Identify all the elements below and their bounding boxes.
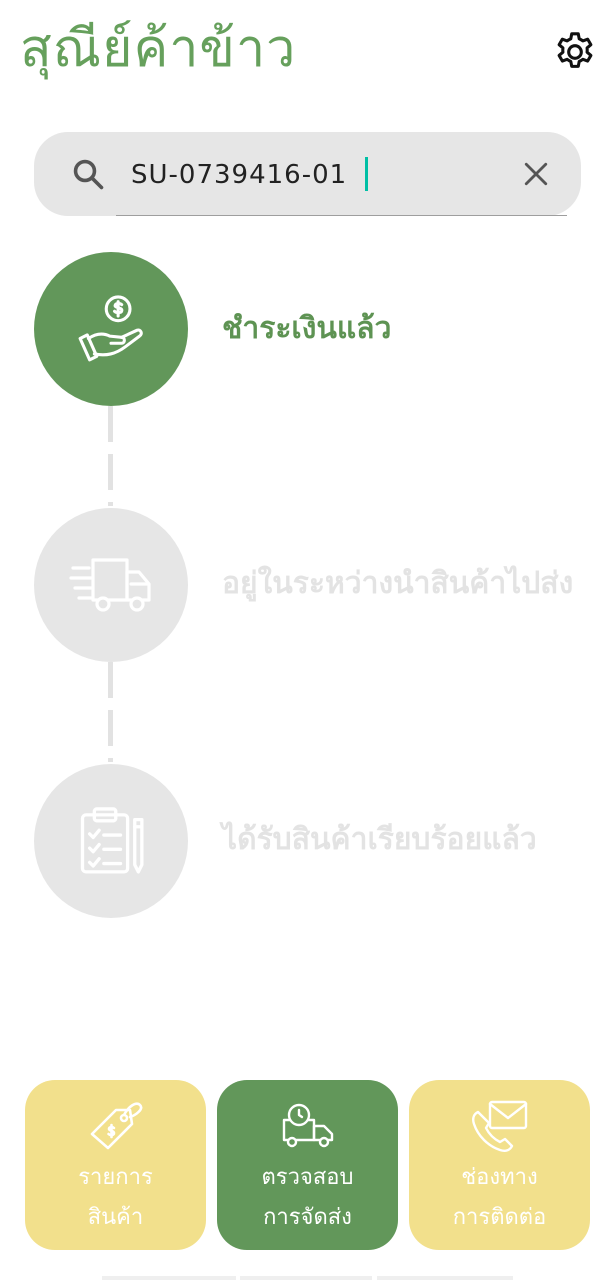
nav-track-shipping-button[interactable]: ตรวจสอบ การจัดส่ง — [217, 1080, 398, 1250]
nav-product-list-line1: รายการ — [78, 1165, 153, 1190]
hand-coin-icon — [78, 295, 143, 362]
nav-contact-line2: การติดต่อ — [452, 1205, 547, 1230]
settings-button[interactable] — [551, 28, 599, 76]
search-underline — [116, 215, 567, 216]
step-delivering-circle — [34, 508, 188, 662]
bottom-edge-segment — [102, 1276, 236, 1280]
app-title: สุณีย์ค้าข้าว — [20, 19, 297, 79]
step-received-label: ได้รับสินค้าเรียบร้อยแล้ว — [222, 822, 537, 857]
search-input[interactable] — [129, 150, 463, 200]
step-paid-label: ชำระเงินแล้ว — [222, 311, 392, 346]
truck-clock-icon — [282, 1103, 333, 1148]
text-cursor — [365, 157, 368, 191]
bottom-edge-segment — [240, 1276, 372, 1280]
search-bar — [34, 132, 581, 216]
price-tag-icon — [90, 1102, 142, 1150]
step-paid-circle — [34, 252, 188, 406]
nav-contact-line1: ช่องทาง — [461, 1165, 538, 1190]
nav-track-shipping-line2: การจัดส่ง — [263, 1205, 352, 1230]
bottom-edge-segment — [377, 1276, 513, 1280]
clear-search-button[interactable] — [514, 152, 558, 196]
order-tracking-screen: สุณีย์ค้าข้าว SU-0739416-01 ชำระเงินแล้ว… — [0, 0, 615, 1280]
nav-contact-button[interactable]: ช่องทาง การติดต่อ — [409, 1080, 590, 1250]
close-icon — [524, 162, 548, 186]
step-delivering-label: อยู่ในระหว่างนำสินค้าไปส่ง — [222, 566, 574, 601]
clipboard-checklist-icon — [80, 807, 144, 874]
nav-product-list-button[interactable]: รายการ สินค้า — [25, 1080, 206, 1250]
phone-mail-icon — [471, 1100, 527, 1152]
nav-product-list-line2: สินค้า — [87, 1205, 144, 1230]
nav-track-shipping-line1: ตรวจสอบ — [261, 1165, 354, 1190]
gear-icon — [557, 32, 593, 68]
step-connector — [108, 406, 113, 506]
step-received-circle — [34, 764, 188, 918]
search-icon[interactable] — [70, 156, 106, 192]
delivery-truck-icon — [69, 558, 151, 612]
step-connector — [108, 662, 113, 762]
